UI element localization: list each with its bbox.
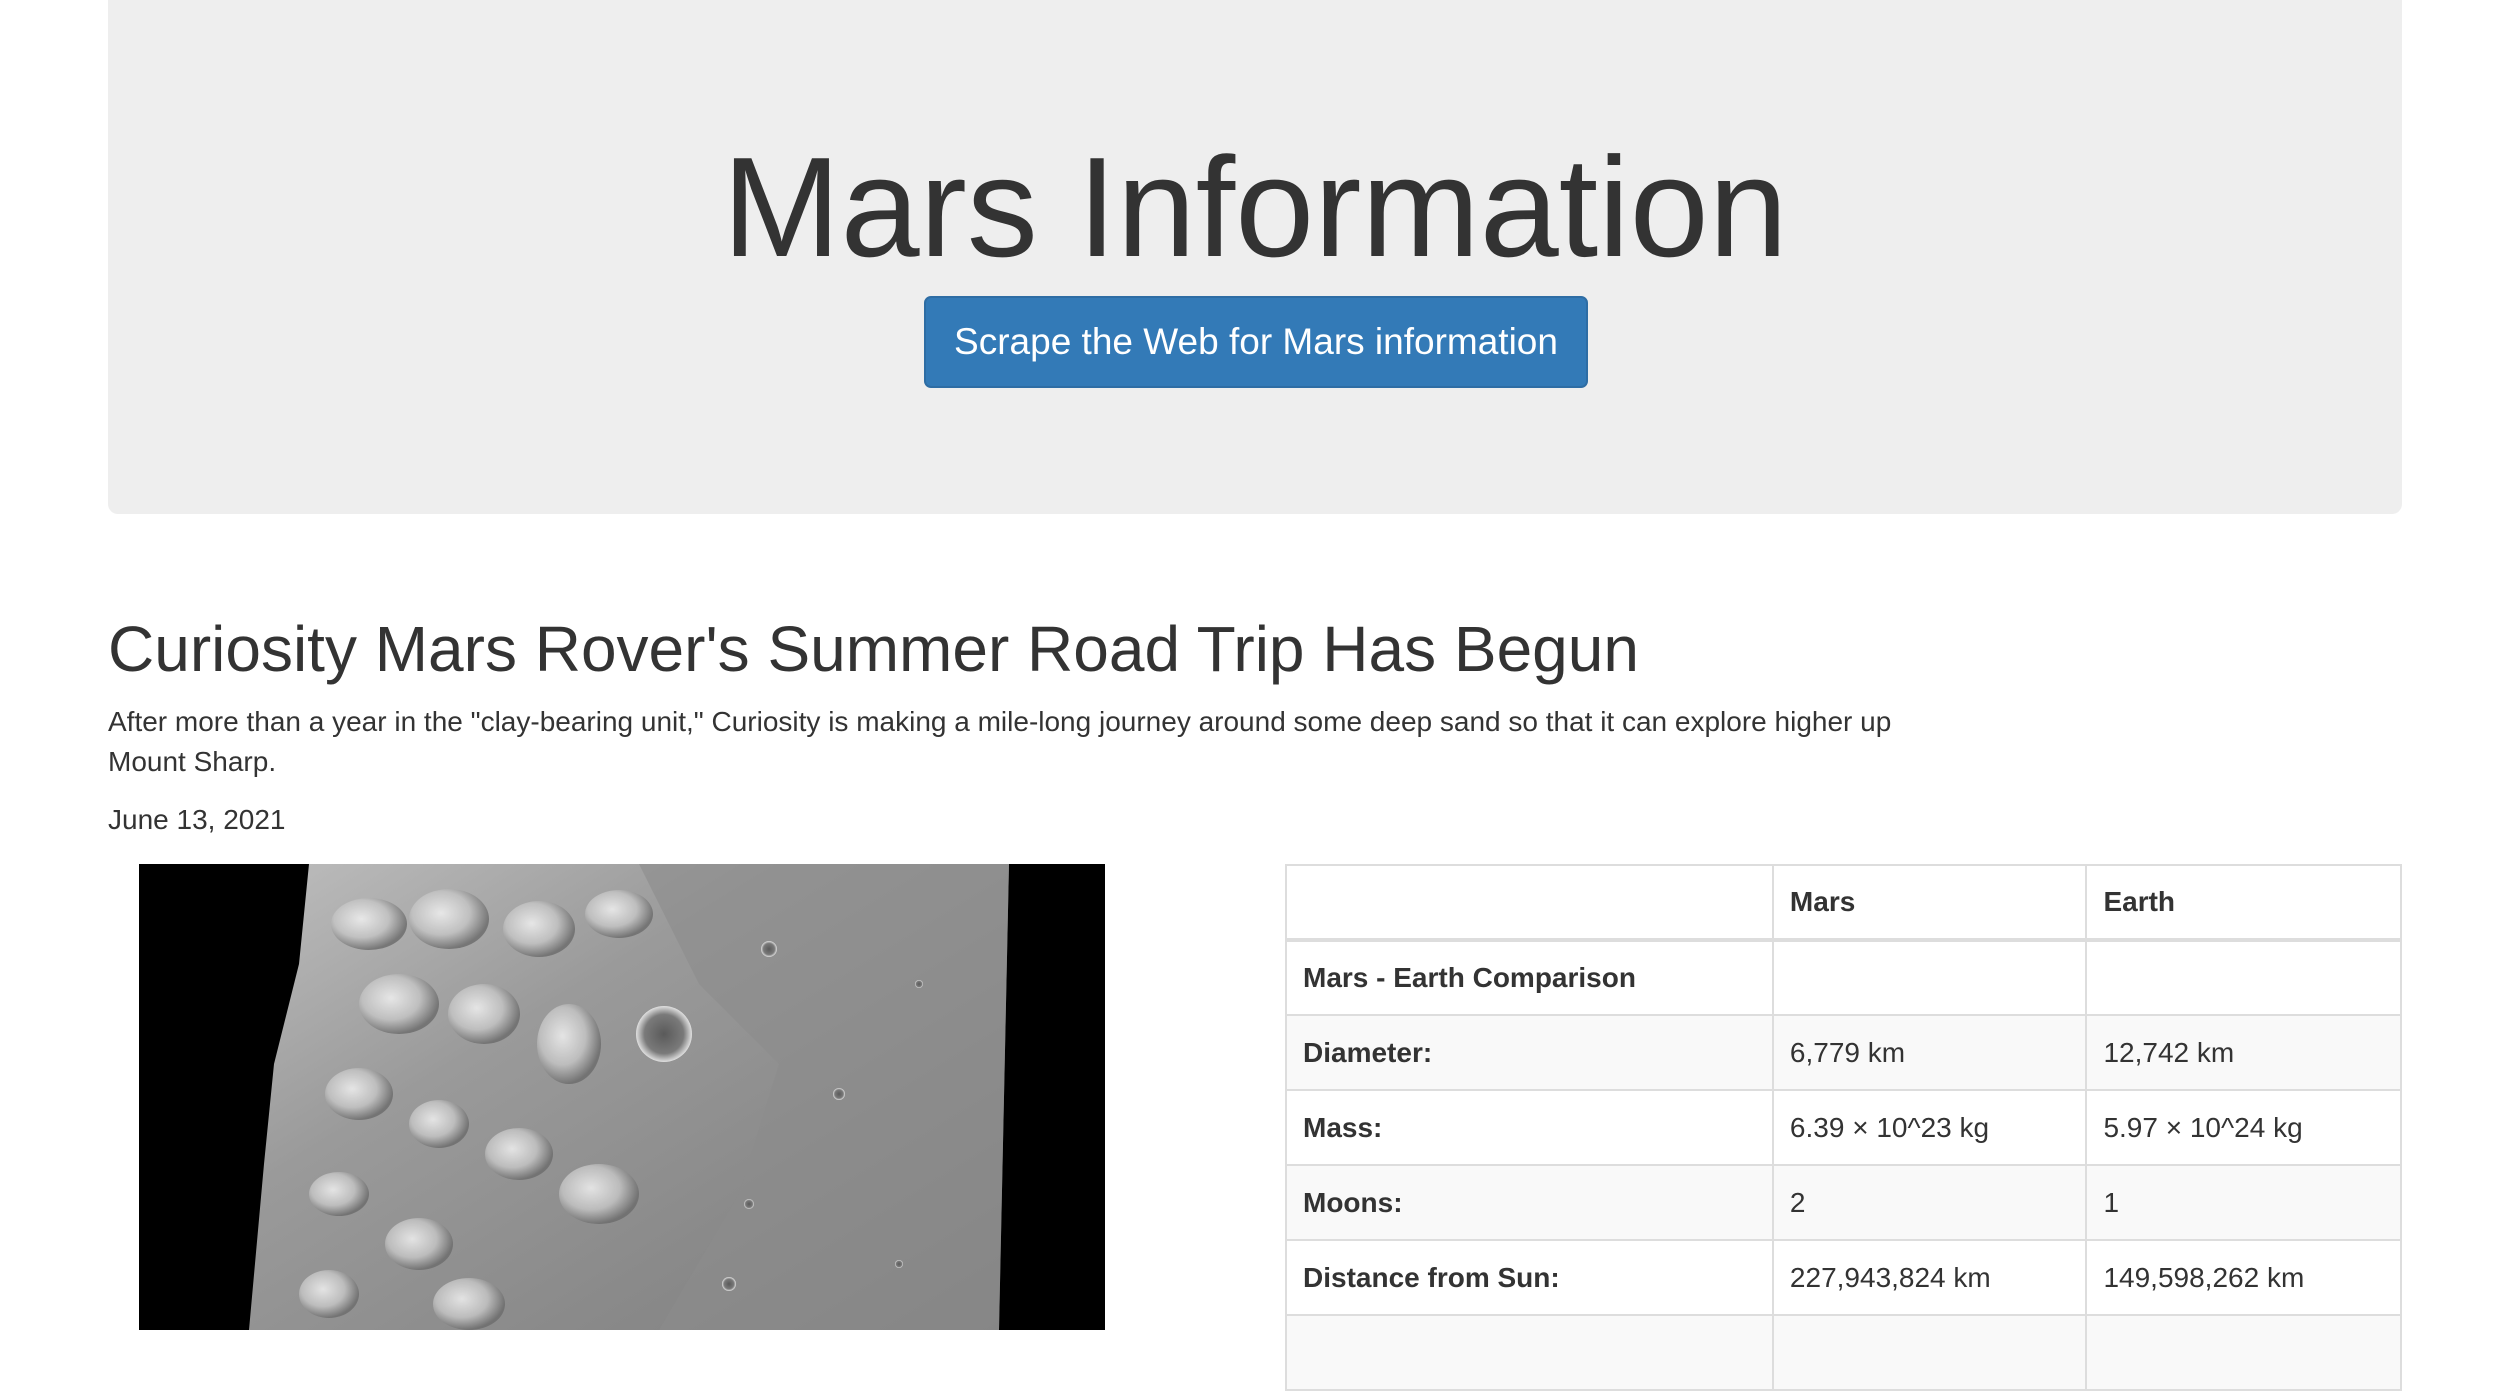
table-row: Diameter: 6,779 km 12,742 km bbox=[1285, 1014, 2402, 1091]
table-row: Mars - Earth Comparison bbox=[1285, 939, 2402, 1016]
news-teaser: After more than a year in the "clay-bear… bbox=[108, 706, 1892, 777]
jumbotron: Mars Information Scrape the Web for Mars… bbox=[108, 0, 2402, 514]
mars-facts-table: Mars Earth Mars - Earth Comparison Diame… bbox=[1285, 864, 2402, 1391]
table-row: Moons: 2 1 bbox=[1285, 1164, 2402, 1241]
row-label: Distance from Sun: bbox=[1285, 1239, 1774, 1316]
table-header-earth: Earth bbox=[2085, 864, 2402, 942]
row-mars-value bbox=[1771, 939, 2088, 1016]
featured-mars-image bbox=[139, 864, 1105, 1330]
row-mars-value: 227,943,824 km bbox=[1771, 1239, 2088, 1316]
page-container: Mars Information Scrape the Web for Mars… bbox=[108, 0, 2402, 1391]
row-mars-value: 6,779 km bbox=[1771, 1014, 2088, 1091]
table-header-mars: Mars bbox=[1771, 864, 2088, 942]
row-earth-value: 149,598,262 km bbox=[2085, 1239, 2402, 1316]
mars-terrain-image bbox=[139, 864, 1105, 1330]
row-earth-value: 5.97 × 10^24 kg bbox=[2085, 1089, 2402, 1166]
table-row: Mass: 6.39 × 10^23 kg 5.97 × 10^24 kg bbox=[1285, 1089, 2402, 1166]
table-row: Distance from Sun: 227,943,824 km 149,59… bbox=[1285, 1239, 2402, 1316]
row-label bbox=[1285, 1314, 1774, 1391]
row-mars-value: 2 bbox=[1771, 1164, 2088, 1241]
row-label: Diameter: bbox=[1285, 1014, 1774, 1091]
row-earth-value: 12,742 km bbox=[2085, 1014, 2402, 1091]
news-section: Curiosity Mars Rover's Summer Road Trip … bbox=[108, 610, 2008, 840]
row-earth-value bbox=[2085, 939, 2402, 1016]
news-date: June 13, 2021 bbox=[108, 804, 286, 835]
row-label: Mass: bbox=[1285, 1089, 1774, 1166]
table-header-row: Mars Earth bbox=[1285, 864, 2402, 942]
page-title: Mars Information bbox=[722, 128, 1788, 287]
row-earth-value bbox=[2085, 1314, 2402, 1391]
row-mars-value bbox=[1771, 1314, 2088, 1391]
table-header-cell bbox=[1285, 864, 1774, 942]
table-row bbox=[1285, 1314, 2402, 1391]
row-label: Moons: bbox=[1285, 1164, 1774, 1241]
row-earth-value: 1 bbox=[2085, 1164, 2402, 1241]
row-label: Mars - Earth Comparison bbox=[1285, 939, 1774, 1016]
news-title: Curiosity Mars Rover's Summer Road Trip … bbox=[108, 613, 1639, 685]
scrape-button[interactable]: Scrape the Web for Mars information bbox=[924, 296, 1588, 388]
row-mars-value: 6.39 × 10^23 kg bbox=[1771, 1089, 2088, 1166]
